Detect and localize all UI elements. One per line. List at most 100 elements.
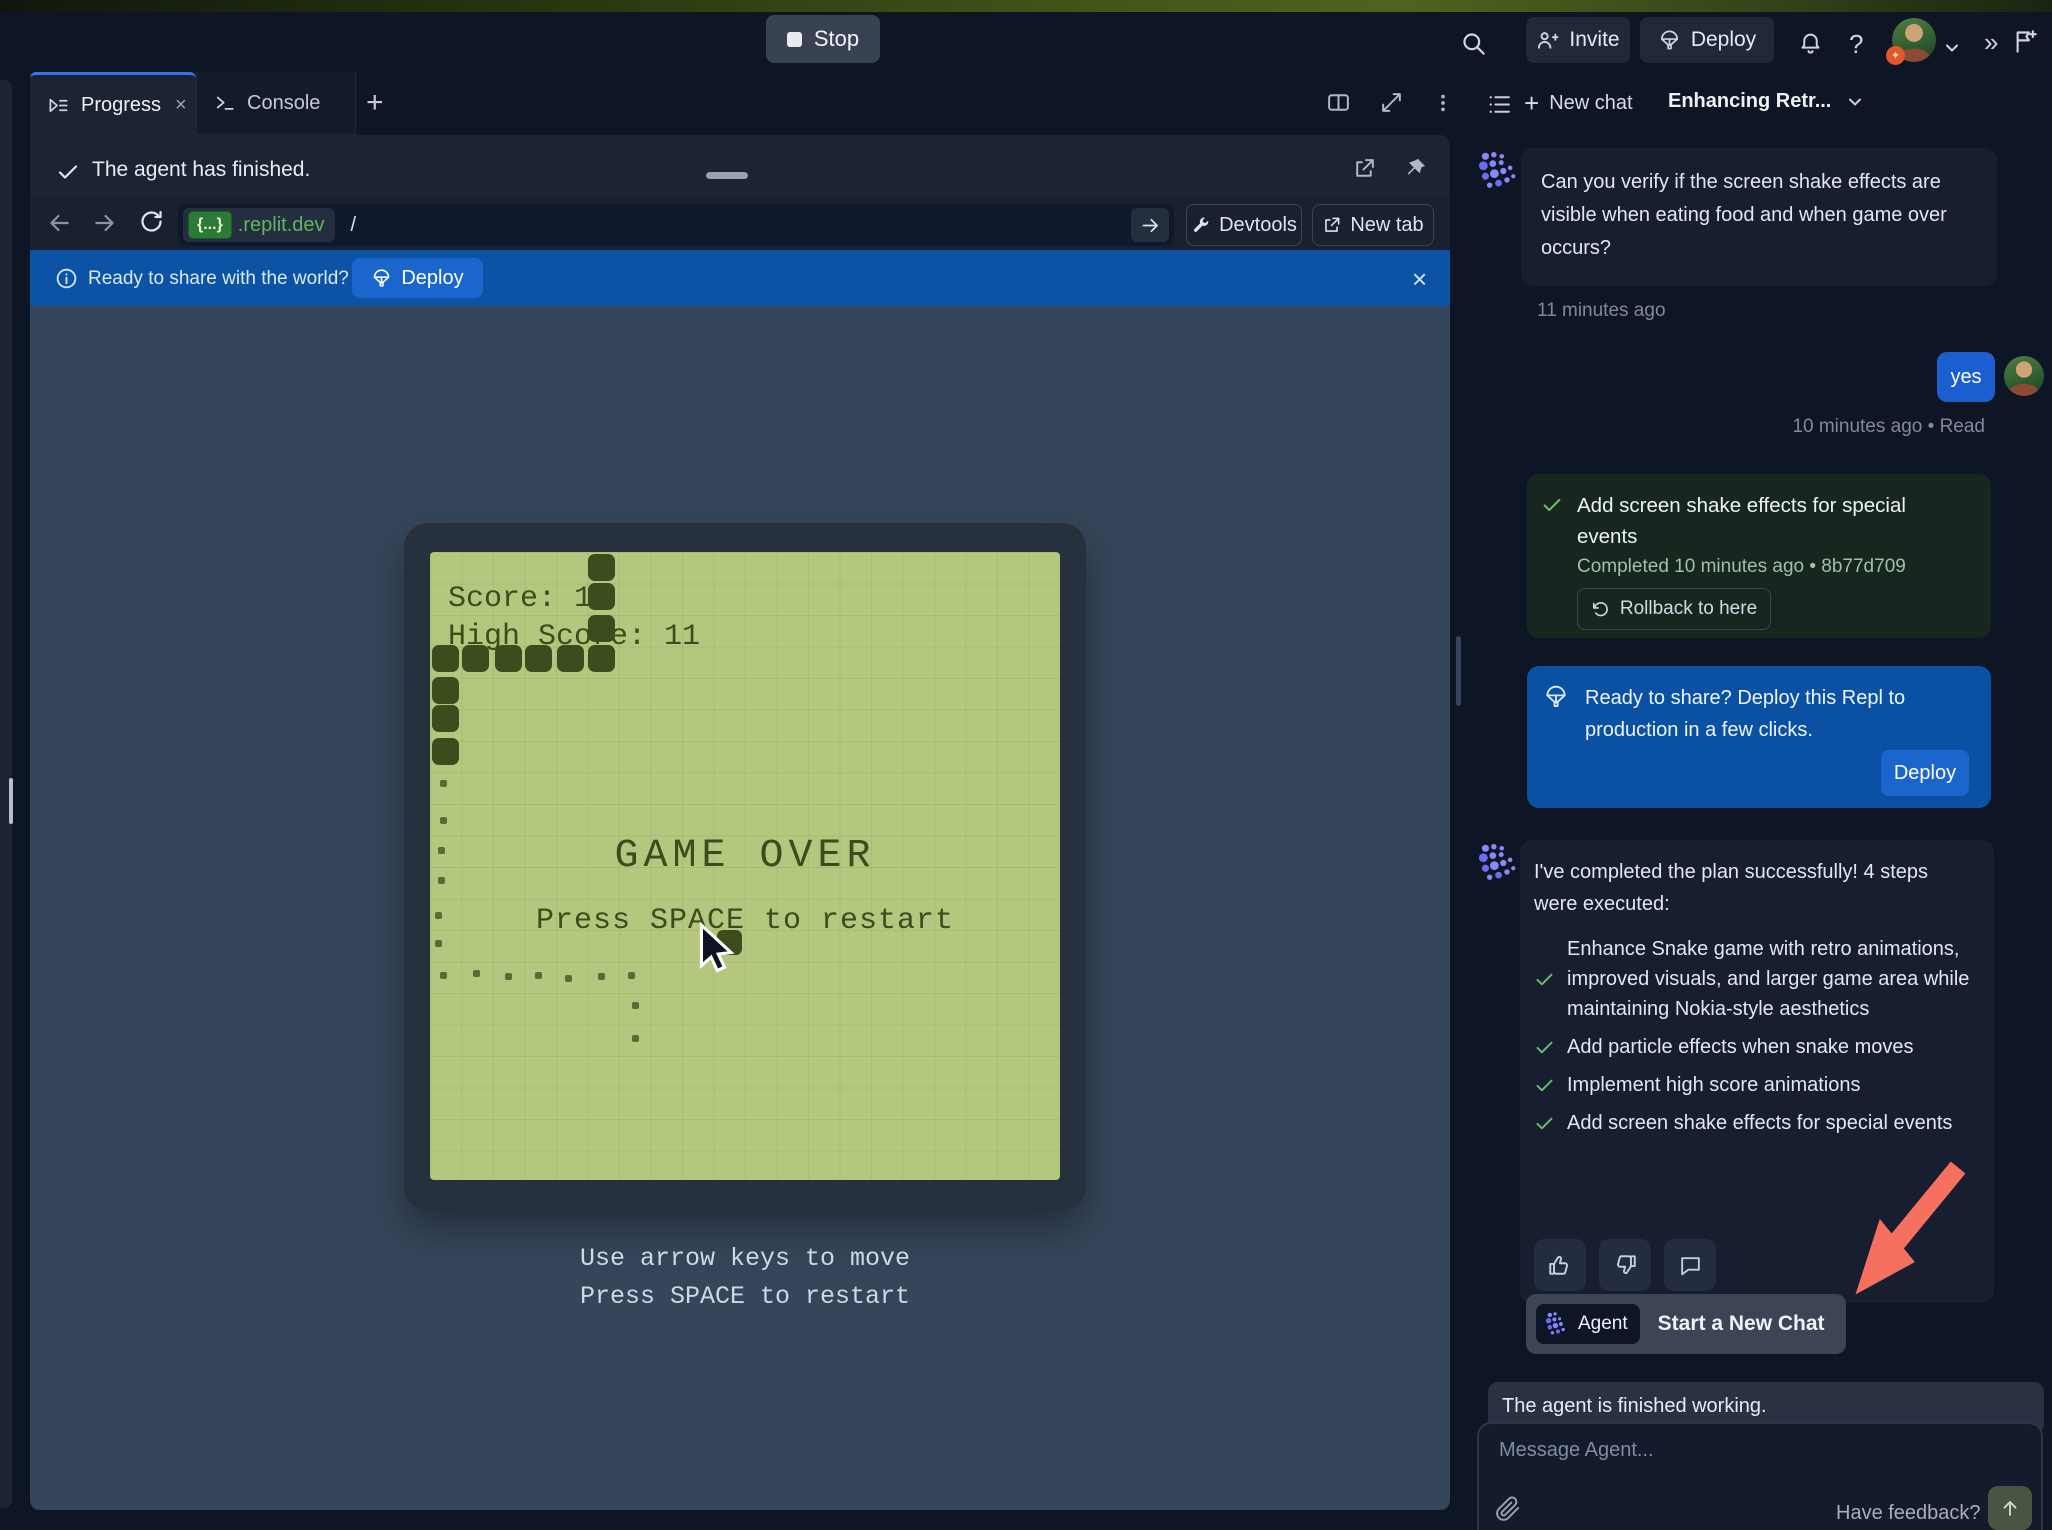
avatar-badge-icon: ✦ [1886, 46, 1905, 65]
checklist-item-text: Enhance Snake game with retro animations… [1567, 934, 1971, 1024]
banner-close-icon[interactable]: × [1412, 264, 1427, 295]
restart-hint-text: Press SPACE to restart [430, 904, 1060, 938]
chat-session-dropdown[interactable]: Enhancing Retr... [1668, 90, 1863, 113]
search-icon[interactable] [1460, 30, 1487, 57]
task-check-icon [1541, 494, 1563, 552]
back-icon[interactable] [46, 210, 72, 236]
pin-icon[interactable] [1403, 156, 1428, 181]
have-feedback-link[interactable]: Have feedback? [1836, 1502, 1981, 1525]
agent-finished-text: The agent is finished working. [1502, 1395, 1767, 1417]
summary-intro: I've completed the plan successfully! 4 … [1534, 856, 1964, 920]
open-in-new-icon[interactable] [1352, 156, 1377, 181]
sidebar-resize-handle[interactable] [9, 778, 13, 824]
start-new-chat-button[interactable]: Agent Start a New Chat [1526, 1294, 1846, 1354]
tab-progress[interactable]: Progress × [30, 72, 196, 135]
wrench-icon [1191, 216, 1210, 235]
reply-meta: 10 minutes ago • Read [1700, 416, 1985, 438]
particle [435, 940, 442, 947]
deploy-promo-card: Ready to share? Deploy this Repl to prod… [1527, 666, 1991, 808]
checklist-item: Add screen shake effects for special eve… [1534, 1108, 1976, 1138]
check-icon [1534, 1113, 1555, 1134]
particle [473, 970, 480, 977]
rollback-button[interactable]: Rollback to here [1577, 588, 1771, 630]
attachment-paperclip-icon[interactable] [1495, 1496, 1521, 1522]
particle [628, 972, 635, 979]
replit-workspace: Stop Invite Deploy ? ✦ » Progress × [0, 0, 2052, 1530]
banner-deploy-label: Deploy [401, 267, 463, 290]
help-icon[interactable]: ? [1849, 29, 1863, 60]
checklist-item-text: Implement high score animations [1567, 1070, 1971, 1100]
new-tab-plus-icon[interactable]: + [366, 86, 384, 120]
go-arrow-icon[interactable] [1131, 208, 1169, 242]
new-chat-button[interactable]: + New chat [1524, 88, 1633, 119]
drag-handle[interactable] [706, 172, 748, 179]
banner-deploy-button[interactable]: Deploy [352, 258, 483, 298]
new-pane-flag-icon[interactable] [2012, 28, 2039, 55]
account-chevron-down-icon[interactable] [1944, 40, 1960, 56]
new-chat-label: New chat [1549, 92, 1632, 115]
deploy-card-button-label: Deploy [1894, 762, 1956, 785]
tab-close-icon[interactable]: × [175, 94, 187, 117]
particle [505, 973, 512, 980]
snake-segment [432, 645, 459, 672]
deploy-button-topbar[interactable]: Deploy [1640, 17, 1774, 63]
notifications-bell-icon[interactable] [1798, 31, 1823, 56]
deploy-card-text: Ready to share? Deploy this Repl to prod… [1585, 682, 1945, 746]
instructions-line2: Press SPACE to restart [404, 1278, 1086, 1316]
comment-button[interactable] [1664, 1239, 1716, 1291]
agent-question-bubble: Can you verify if the screen shake effec… [1521, 148, 1997, 286]
question-timestamp: 11 minutes ago [1537, 300, 1666, 322]
send-button[interactable] [1988, 1486, 2032, 1530]
deploy-icon [1543, 684, 1569, 746]
agent-avatar-logo [1476, 150, 1518, 192]
stop-button[interactable]: Stop [766, 15, 880, 63]
check-icon [1534, 1037, 1555, 1058]
url-bar[interactable]: {...} .replit.dev / [178, 204, 1174, 246]
annotation-arrow [1842, 1156, 1977, 1306]
particle [632, 1035, 639, 1042]
url-host-chip[interactable]: {...} .replit.dev [183, 208, 335, 242]
chat-history-list-icon[interactable] [1487, 92, 1512, 117]
deploy-icon [1658, 29, 1681, 52]
deploy-card-button[interactable]: Deploy [1881, 750, 1969, 796]
instructions-line1: Use arrow keys to move [404, 1240, 1086, 1278]
expand-pane-icon[interactable] [1379, 90, 1404, 115]
devtools-button[interactable]: Devtools [1186, 204, 1302, 246]
game-over-text: GAME OVER [430, 834, 1060, 879]
agent-question-text: Can you verify if the screen shake effec… [1541, 166, 1977, 265]
snake-segment [525, 645, 552, 672]
reload-icon[interactable] [138, 208, 165, 235]
stop-label: Stop [814, 26, 859, 52]
snake-segment [462, 645, 489, 672]
score-text: Score: 11 [448, 582, 610, 616]
chevron-down-icon [1847, 94, 1863, 110]
mouse-cursor [696, 922, 738, 978]
game-screen[interactable]: Score: 11 High Score: 11 GAME OVER Press… [430, 552, 1060, 1180]
progress-tab-icon [48, 96, 69, 115]
cover-image-strip [0, 0, 2052, 12]
tab-console[interactable]: Console [196, 72, 356, 135]
stop-icon [787, 32, 802, 47]
message-input[interactable] [1497, 1438, 1981, 1463]
rollback-label: Rollback to here [1620, 598, 1757, 620]
pane-menu-kebab-icon[interactable] [1432, 92, 1454, 114]
snake-segment [432, 705, 459, 732]
tab-console-label: Console [247, 92, 320, 115]
collapse-right-icon[interactable]: » [1984, 27, 1996, 58]
snake-segment [588, 554, 615, 581]
particle [565, 975, 572, 982]
split-pane-icon[interactable] [1326, 90, 1351, 115]
thumbs-up-button[interactable] [1534, 1239, 1586, 1291]
snake-segment [588, 615, 615, 642]
status-check-icon [56, 160, 80, 184]
snake-segment [432, 738, 459, 765]
chat-scrollbar[interactable] [1456, 636, 1461, 706]
forward-icon[interactable] [92, 210, 118, 236]
checklist-item: Enhance Snake game with retro animations… [1534, 934, 1976, 1024]
thumbs-down-button[interactable] [1599, 1239, 1651, 1291]
message-composer[interactable]: Have feedback? [1477, 1422, 2043, 1530]
invite-button[interactable]: Invite [1526, 17, 1630, 63]
particle [632, 1002, 639, 1009]
new-tab-button[interactable]: New tab [1312, 204, 1434, 246]
snake-segment [432, 677, 459, 704]
